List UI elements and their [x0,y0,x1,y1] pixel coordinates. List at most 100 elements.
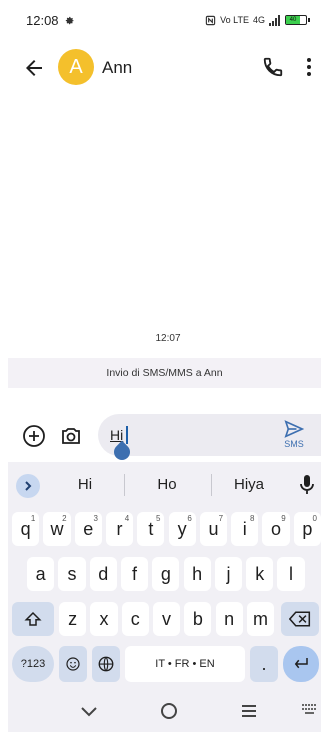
suggestion-2[interactable]: Ho [132,476,202,493]
emoji-icon [66,657,80,671]
key-a[interactable]: a [27,557,55,591]
contact-name[interactable]: Ann [102,58,132,78]
key-h[interactable]: h [183,557,211,591]
key-t[interactable]: t5 [137,512,165,546]
message-input[interactable]: Hi SMS [98,414,321,464]
battery-level: 40 [286,16,300,24]
suggestion-divider [124,474,125,496]
key-g[interactable]: g [152,557,180,591]
add-circle-icon[interactable] [22,424,46,448]
key-f[interactable]: f [120,557,149,591]
avatar-letter: A [69,55,83,78]
status-right: Vo LTE 4G 40 [205,14,310,26]
key-hint: 6 [187,514,192,523]
nfc-icon [205,15,216,25]
key-hint: 0 [312,514,317,523]
phone-icon[interactable] [262,56,284,78]
system-nav-bar [0,690,321,732]
key-k[interactable]: k [246,557,274,591]
suggestion-divider [211,474,212,496]
symbols-label: ?123 [20,658,46,670]
signal-label: 4G [252,15,265,25]
key-hint: 4 [124,514,130,523]
key-hint: 8 [249,514,255,523]
chevron-down-icon[interactable] [78,700,100,722]
emoji-key[interactable] [59,646,87,682]
backspace-icon [289,611,311,627]
keyboard-switch-icon[interactable] [302,704,318,716]
key-p[interactable]: p0 [293,512,321,546]
home-circle-icon[interactable] [158,700,180,722]
space-key[interactable]: IT • FR • EN [125,646,245,682]
arrow-left-icon[interactable] [22,56,46,80]
camera-icon[interactable] [59,424,83,448]
key-hint: 5 [156,514,161,523]
more-vert-icon[interactable] [299,56,319,78]
key-label: p [302,518,313,539]
suggestion-1[interactable]: Hi [50,476,120,493]
status-time: 12:08 [26,12,59,28]
period-key[interactable]: . [250,646,278,682]
shift-key[interactable] [12,602,54,636]
key-b[interactable]: b [184,602,212,636]
globe-icon [98,656,114,672]
key-j[interactable]: j [214,557,243,591]
suggestion-strip: Hi Ho Hiya [8,462,321,504]
key-d[interactable]: d [89,557,117,591]
enter-key[interactable] [283,646,319,682]
key-label: y [177,518,187,539]
language-key[interactable] [92,646,120,682]
backspace-key[interactable] [281,602,319,636]
status-bar: 12:08 Vo LTE 4G 40 [0,0,321,40]
key-label: t [148,518,154,539]
network-label: Vo LTE [220,15,249,25]
key-q[interactable]: q1 [12,512,40,546]
send-button[interactable]: SMS [280,420,308,452]
send-icon [284,420,304,438]
mic-icon[interactable] [298,474,316,496]
settings-gear-icon [65,16,74,24]
expand-toolbar-button[interactable] [16,474,40,498]
shift-icon [24,611,42,626]
key-r[interactable]: r4 [105,512,134,546]
key-hint: 1 [30,514,36,523]
symbols-key[interactable]: ?123 [12,646,54,682]
key-hint: 9 [281,514,286,523]
key-label: i [242,518,247,539]
key-z[interactable]: z [59,602,87,636]
battery-icon: 40 [285,15,310,25]
key-u[interactable]: u7 [199,512,228,546]
message-timestamp: 12:07 [155,333,181,344]
key-o[interactable]: o9 [262,512,290,546]
key-s[interactable]: s [58,557,86,591]
key-e[interactable]: e3 [74,512,102,546]
key-x[interactable]: x [90,602,118,636]
suggestion-3[interactable]: Hiya [214,476,284,493]
menu-lines-icon[interactable] [238,700,260,722]
text-caret [126,426,128,444]
status-left: 12:08 [26,13,75,28]
key-label: r [116,518,123,539]
send-label: SMS [284,439,304,449]
caret-handle[interactable] [110,440,134,464]
key-i[interactable]: i8 [231,512,259,546]
space-label: IT • FR • EN [155,658,215,670]
key-v[interactable]: v [152,602,181,636]
period-label: . [261,653,267,674]
key-hint: 2 [62,514,67,523]
key-l[interactable]: l [277,557,305,591]
chevron-right-icon [25,481,32,491]
avatar[interactable]: A [58,49,94,85]
key-n[interactable]: n [215,602,243,636]
compose-row: Hi SMS [0,414,321,464]
key-label: q [20,518,31,539]
sms-info-banner: Invio di SMS/MMS a Ann [8,358,321,388]
sms-banner-text: Invio di SMS/MMS a Ann [106,367,223,379]
key-w[interactable]: w2 [43,512,71,546]
signal-icon [269,14,280,26]
key-hint: 7 [218,514,224,523]
key-m[interactable]: m [246,602,275,636]
key-y[interactable]: y6 [168,512,196,546]
key-hint: 3 [93,514,98,523]
key-c[interactable]: c [121,602,149,636]
